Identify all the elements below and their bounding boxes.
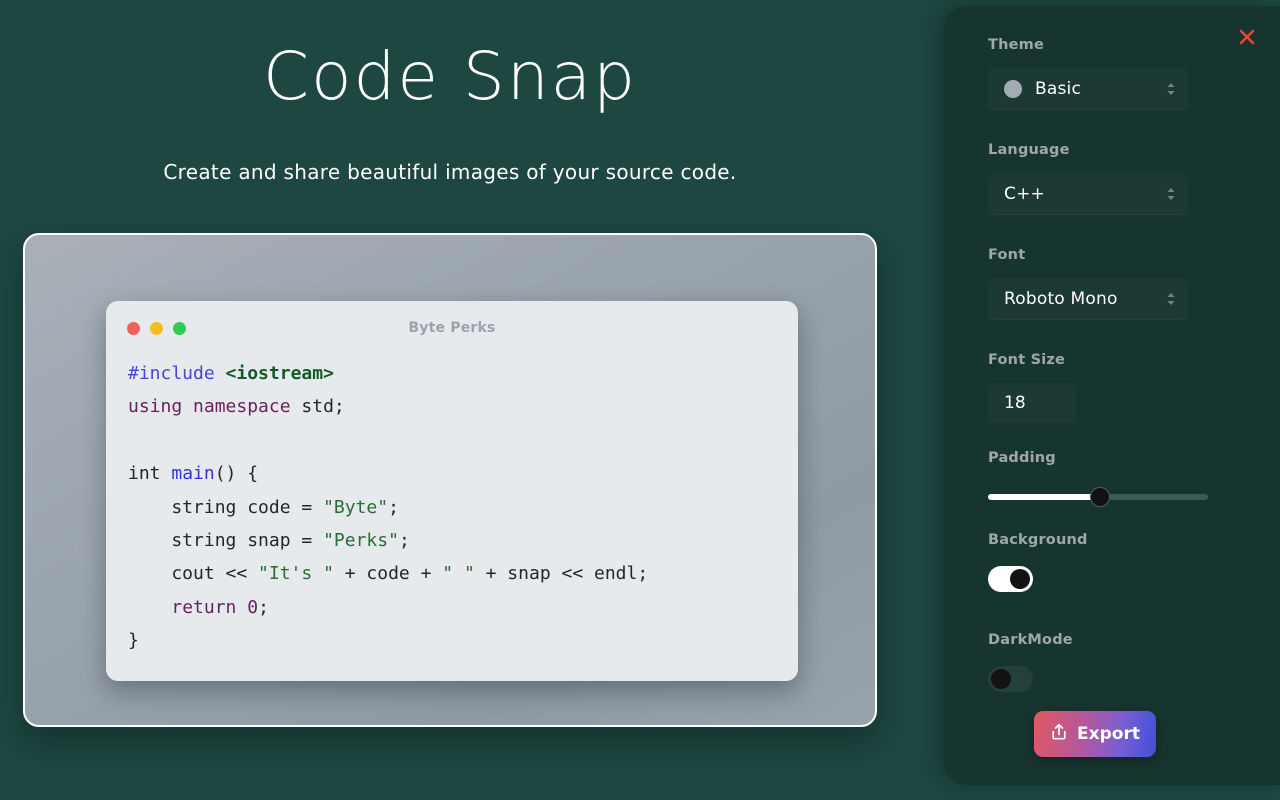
code-window-titlebar: Byte Perks [106,301,798,357]
code-token: string snap = [128,530,324,552]
code-token: <iostream> [225,363,334,384]
theme-label: Theme [988,37,1044,53]
code-token: + snap << endl; [474,563,649,585]
font-size-label: Font Size [988,352,1066,368]
code-line: #include <iostream> [128,357,776,390]
code-window-title: Byte Perks [408,320,496,336]
code-token: cout << [128,563,259,585]
code-token: ; [398,530,410,552]
code-token: ; [258,596,269,618]
code-token: int [128,463,172,485]
share-upload-icon [1050,722,1068,746]
code-line: using namespace std; [128,390,776,423]
font-select[interactable]: Roboto Mono [988,278,1188,320]
code-line: int main() { [128,457,776,490]
code-token: return [171,596,248,618]
background-toggle-knob [1010,569,1030,589]
padding-slider-thumb[interactable] [1090,487,1110,507]
theme-value: Basic [1035,78,1082,99]
font-size-value: 18 [1004,393,1026,413]
code-line: return 0; [128,591,776,624]
code-token: " " [442,563,475,585]
code-token: string code = [128,496,324,518]
code-token: main [171,463,215,485]
padding-label: Padding [988,450,1056,466]
code-token: () { [214,463,259,485]
code-line: string code = "Byte"; [128,491,776,524]
main-stage: Code Snap Create and share beautiful ima… [0,0,900,800]
chevron-updown-icon [1164,79,1178,99]
theme-select[interactable]: Basic [988,68,1188,110]
code-token: #include [128,363,226,384]
code-token: "Perks" [323,530,399,552]
code-token: std; [301,396,345,418]
background-toggle[interactable] [988,566,1033,592]
padding-slider-fill [988,494,1098,500]
language-select[interactable]: C++ [988,173,1188,215]
code-token: 0 [247,596,259,618]
code-line: cout << "It's " + code + " " + snap << e… [128,557,776,590]
settings-sidebar: Theme Basic Language C++ Font Roboto Mon… [944,6,1280,785]
code-line: string snap = "Perks"; [128,524,776,557]
chevron-updown-icon [1164,289,1178,309]
language-label: Language [988,142,1070,158]
dark-mode-toggle-knob [991,669,1011,689]
page-subtitle: Create and share beautiful images of you… [163,160,737,184]
font-size-input[interactable]: 18 [988,383,1076,423]
code-token: ; [388,496,399,518]
close-icon[interactable] [1234,24,1260,50]
dark-mode-label: DarkMode [988,632,1073,648]
dark-mode-toggle[interactable] [988,666,1033,692]
page-title: Code Snap [262,38,637,115]
snapshot-frame: Byte Perks #include <iostream> using name… [23,233,877,727]
code-line: } [128,624,776,657]
export-button-label: Export [1077,724,1140,744]
export-button[interactable]: Export [1034,711,1156,757]
background-label: Background [988,532,1088,548]
code-editor[interactable]: #include <iostream> using namespace std; … [106,357,798,658]
code-token: using namespace [128,396,302,418]
code-preview-window: Byte Perks #include <iostream> using name… [106,301,798,681]
font-label: Font [988,247,1026,263]
theme-color-swatch [1004,79,1022,98]
padding-slider[interactable] [988,487,1208,507]
code-token: "Byte" [323,496,389,518]
language-value: C++ [1004,183,1045,204]
chevron-updown-icon [1164,184,1178,204]
code-token: + code + [333,563,443,585]
code-token: } [128,630,139,652]
code-token: "It's " [258,563,334,585]
font-value: Roboto Mono [1004,288,1118,309]
